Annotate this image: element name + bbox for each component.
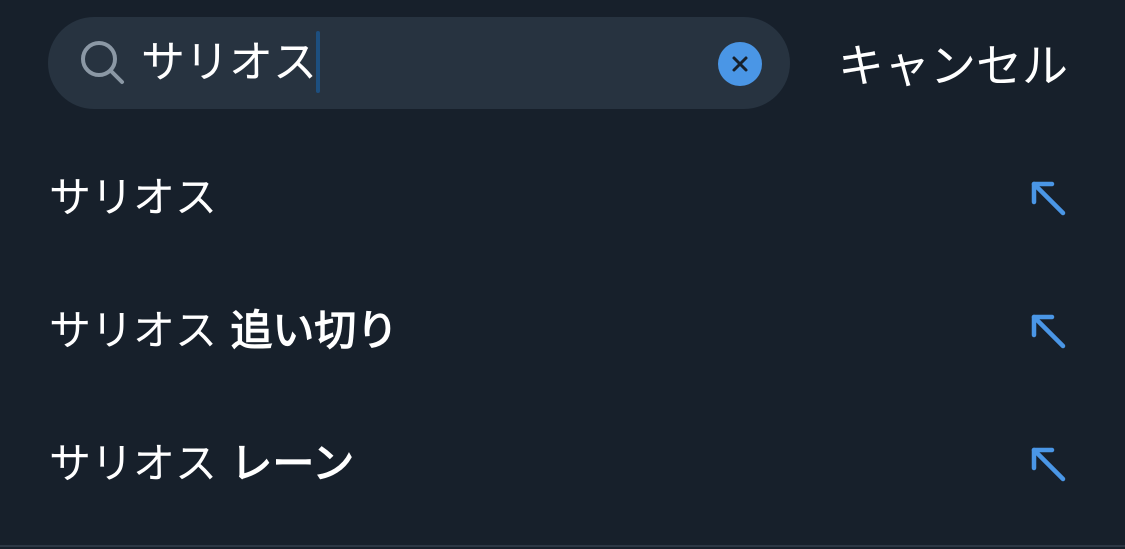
search-header: サリオス キャンセル [0,0,1125,130]
suggestion-suffix: 追い切り [230,306,399,355]
text-cursor [316,31,320,93]
suggestion-prefix: サリオス [49,306,218,355]
search-icon [81,41,124,84]
suggestion-suffix: レーン [230,439,355,488]
suggestion-text: サリオス レーン [49,433,354,495]
suggestion-item[interactable]: サリオス [0,131,1125,264]
suggestion-prefix: サリオス [49,439,218,488]
arrow-up-left-icon[interactable] [1028,444,1068,484]
clear-search-button[interactable] [718,42,762,86]
suggestion-text: サリオス 追い切り [49,300,398,362]
suggestion-text: サリオス [49,167,217,229]
arrow-up-left-icon[interactable] [1028,178,1068,218]
suggestion-list: サリオス サリオス 追い切り サリオス レーン [0,131,1125,530]
cancel-button[interactable]: キャンセル [838,34,1068,98]
search-query-text[interactable]: サリオス [141,32,317,94]
arrow-up-left-icon[interactable] [1028,311,1068,351]
suggestion-item[interactable]: サリオス レーン [0,397,1125,530]
suggestion-prefix: サリオス [49,173,218,222]
search-screen: サリオス キャンセル サリオス サリオス 追い切り サリオス レーン [0,0,1125,549]
divider [0,545,1125,547]
suggestion-item[interactable]: サリオス 追い切り [0,264,1125,397]
close-icon [732,56,748,72]
